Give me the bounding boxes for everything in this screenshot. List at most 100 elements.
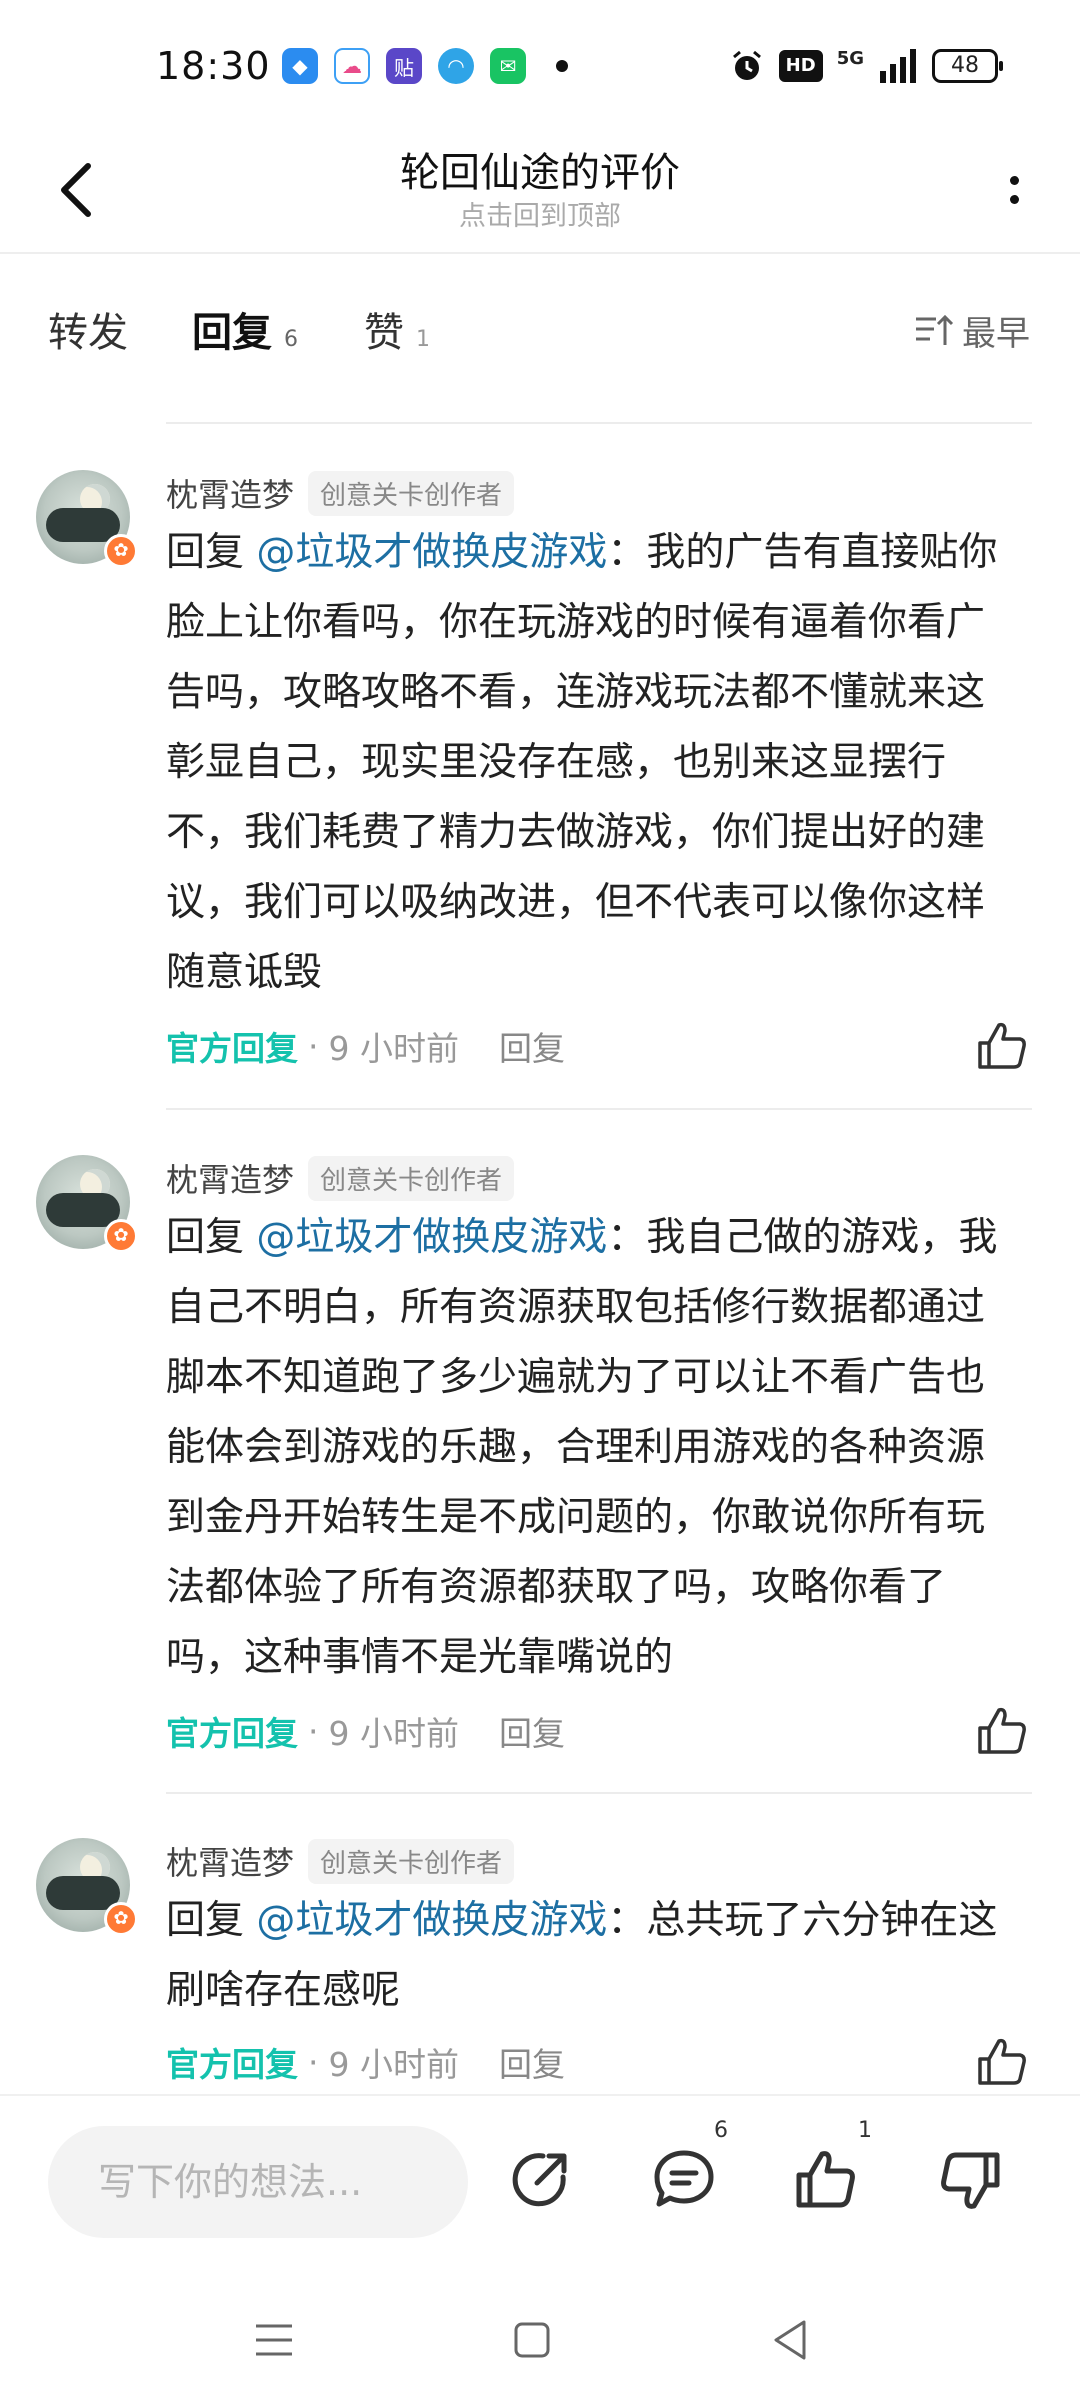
- mention-link[interactable]: @垃圾才做换皮游戏: [256, 1215, 607, 1260]
- tab-bar: 转发 回复 6 赞 1 最早: [0, 270, 1080, 390]
- nav-home-button[interactable]: [502, 2310, 562, 2370]
- share-icon: [512, 2153, 567, 2207]
- like-count: 1: [858, 2118, 872, 2143]
- thumbs-down-icon: [941, 2152, 1000, 2209]
- creator-badge-icon: ✿: [104, 1219, 138, 1253]
- status-time: 18:30: [156, 44, 271, 88]
- battery-level: 48: [951, 53, 979, 78]
- like-button[interactable]: [972, 1016, 1032, 1076]
- nav-menu-button[interactable]: [244, 2310, 304, 2370]
- timestamp: 9 小时前: [328, 1714, 460, 1753]
- nav-back-button[interactable]: [760, 2310, 820, 2370]
- username[interactable]: 枕霄造梦: [166, 1155, 294, 1201]
- avatar-cloud: [46, 508, 120, 542]
- like-post-button[interactable]: [786, 2140, 866, 2220]
- more-dot-icon: [1009, 176, 1019, 185]
- creator-badge-icon: ✿: [104, 1902, 138, 1936]
- user-tag: 创意关卡创作者: [308, 1838, 515, 1884]
- system-nav-bar: [0, 2280, 1080, 2400]
- username[interactable]: 枕霄造梦: [166, 470, 294, 516]
- meta-separator: ·: [308, 1026, 319, 1066]
- tab-count: 6: [284, 327, 298, 352]
- like-button[interactable]: [972, 1701, 1032, 1761]
- meta-separator: ·: [308, 2042, 319, 2082]
- comment-input[interactable]: 写下你的想法...: [48, 2126, 468, 2238]
- page-title[interactable]: 轮回仙途的评价: [0, 140, 1080, 198]
- comment-body: ：我自己做的游戏，我自己不明白，所有资源获取包括修行数据都通过脚本不知道跑了多少…: [166, 1215, 998, 1680]
- menu-icon: [256, 2324, 292, 2356]
- comment-text[interactable]: 回复 @垃圾才做换皮游戏：我自己做的游戏，我自己不明白，所有资源获取包括修行数据…: [166, 1203, 1016, 1693]
- comment-bubble-icon: [654, 2150, 714, 2207]
- user-tag: 创意关卡创作者: [308, 1155, 515, 1201]
- more-notifications-dot: [556, 60, 568, 72]
- comment-meta: 官方回复 · 9 小时前 回复: [166, 2038, 565, 2086]
- sort-icon: [916, 314, 954, 345]
- comment-header: 枕霄造梦 创意关卡创作者: [166, 470, 515, 516]
- comment-meta: 官方回复 · 9 小时前 回复: [166, 1022, 565, 1070]
- mention-link[interactable]: @垃圾才做换皮游戏: [256, 530, 607, 575]
- divider: [166, 1792, 1032, 1794]
- taptap-app-icon: ✉: [490, 48, 526, 84]
- comments-button[interactable]: [644, 2140, 724, 2220]
- thumbs-up-icon: [978, 1707, 1026, 1754]
- cloud-app-icon: ☁: [334, 48, 370, 84]
- more-options-button[interactable]: [994, 160, 1034, 220]
- official-reply-label: 官方回复: [166, 2045, 298, 2084]
- comment-meta: 官方回复 · 9 小时前 回复: [166, 1707, 565, 1755]
- mention-link[interactable]: @垃圾才做换皮游戏: [256, 1898, 607, 1943]
- creator-badge-icon: ✿: [104, 534, 138, 568]
- timestamp: 9 小时前: [328, 1029, 460, 1068]
- tab-count: 1: [416, 327, 430, 352]
- username[interactable]: 枕霄造梦: [166, 1838, 294, 1884]
- official-reply-label: 官方回复: [166, 1029, 298, 1068]
- browser-app-icon: ◆: [282, 48, 318, 84]
- thumbs-up-icon: [978, 1022, 1026, 1069]
- like-button[interactable]: [972, 2032, 1032, 2092]
- reply-prefix: 回复: [166, 1898, 257, 1943]
- network-type: 5G: [836, 48, 864, 69]
- sort-button[interactable]: 最早: [914, 306, 1030, 355]
- reply-prefix: 回复: [166, 1215, 257, 1260]
- tab-label: 回复: [192, 300, 272, 366]
- bottom-action-bar: 写下你的想法... 6 1: [0, 2094, 1080, 2280]
- timestamp: 9 小时前: [328, 2045, 460, 2084]
- scroll-to-top-hint[interactable]: 点击回到顶部: [0, 194, 1080, 233]
- thumbs-up-icon: [978, 2038, 1026, 2085]
- square-home-icon: [514, 2322, 550, 2358]
- comment-body: ：我的广告有直接贴你脸上让你看吗，你在玩游戏的时候有逼着你看广告吗，攻略攻略不看…: [166, 530, 998, 995]
- tab-label: 赞: [364, 310, 404, 356]
- reply-prefix: 回复: [166, 530, 257, 575]
- reply-button[interactable]: 回复: [499, 1707, 565, 1755]
- reply-button[interactable]: 回复: [499, 1022, 565, 1070]
- tab-label: 转发: [48, 310, 128, 356]
- comment-header: 枕霄造梦 创意关卡创作者: [166, 1838, 515, 1884]
- qq-app-icon: ◠: [438, 48, 474, 84]
- reply-button[interactable]: 回复: [499, 2038, 565, 2086]
- divider: [166, 1108, 1032, 1110]
- comment-text[interactable]: 回复 @垃圾才做换皮游戏：我的广告有直接贴你脸上让你看吗，你在玩游戏的时候有逼着…: [166, 518, 1016, 1008]
- avatar-cloud: [46, 1876, 120, 1910]
- comment-count: 6: [714, 2118, 728, 2143]
- avatar-cloud: [46, 1193, 120, 1227]
- official-reply-label: 官方回复: [166, 1714, 298, 1753]
- comment-text[interactable]: 回复 @垃圾才做换皮游戏：总共玩了六分钟在这刷啥存在感呢: [166, 1886, 1016, 2026]
- tab-replies[interactable]: 回复 6: [192, 300, 298, 366]
- dislike-button[interactable]: [930, 2140, 1010, 2220]
- status-right: HD 5G 48: [729, 48, 1003, 84]
- tab-likes[interactable]: 赞 1: [364, 300, 430, 358]
- share-button[interactable]: [500, 2140, 580, 2220]
- notification-icons: ◆ ☁ 贴 ◠ ✉: [282, 48, 568, 84]
- hd-badge: HD: [778, 50, 823, 82]
- battery-icon: 48: [932, 49, 1003, 83]
- divider: [166, 422, 1032, 424]
- top-header: 轮回仙途的评价 点击回到顶部: [0, 130, 1080, 254]
- tab-repost[interactable]: 转发: [48, 300, 128, 358]
- signal-icon: [880, 49, 916, 83]
- user-tag: 创意关卡创作者: [308, 470, 515, 516]
- tieba-app-icon: 贴: [386, 48, 422, 84]
- thumbs-up-icon: [796, 2151, 855, 2208]
- status-bar: 18:30 ◆ ☁ 贴 ◠ ✉ HD 5G 48: [0, 0, 1080, 130]
- comment-header: 枕霄造梦 创意关卡创作者: [166, 1155, 515, 1201]
- triangle-back-icon: [774, 2320, 806, 2360]
- sort-label: 最早: [962, 314, 1030, 354]
